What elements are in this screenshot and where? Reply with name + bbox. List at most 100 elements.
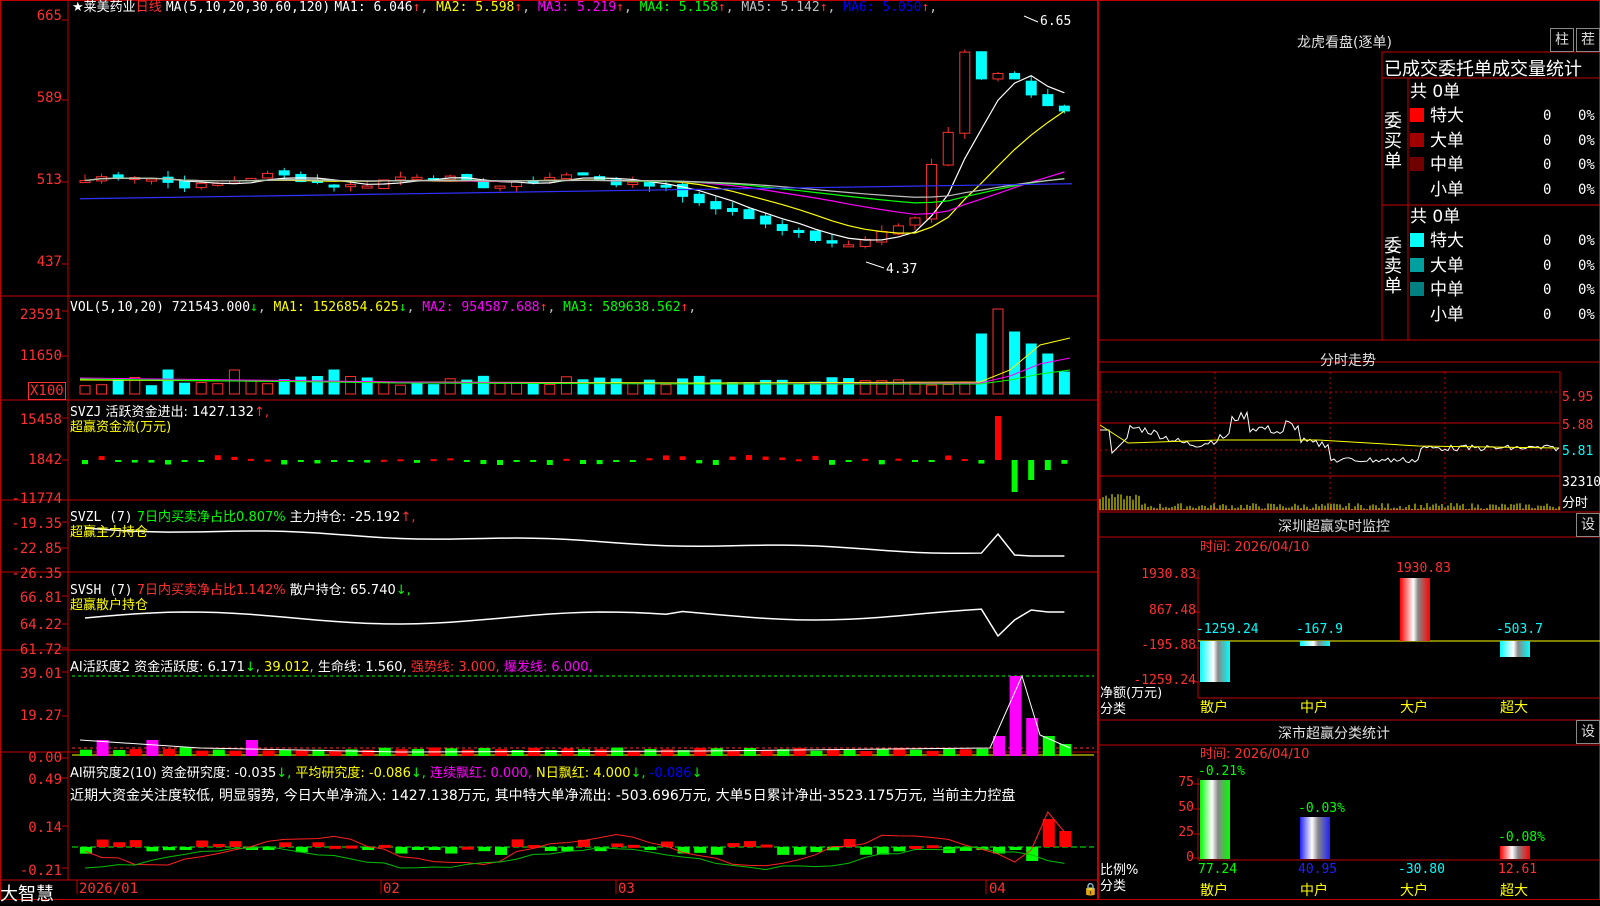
trend-view-button[interactable]: 茬 <box>1576 28 1600 52</box>
monitor-bar-1[interactable] <box>1300 641 1330 647</box>
ai2-bar-21 <box>428 847 441 850</box>
svzj-bar-25 <box>497 460 503 465</box>
volume-bar-59 <box>1058 371 1070 395</box>
ai1-axis-1: 39.01 <box>19 666 62 682</box>
sell-row-count-3: 0 <box>1543 306 1552 323</box>
period-label[interactable]: 日线 <box>136 0 162 15</box>
stock-name: 莱美药业 <box>83 0 136 15</box>
monitor-bar-value-1: -167.9 <box>1296 622 1343 637</box>
ai1-activity-line <box>79 674 1071 753</box>
ai2-bar-7 <box>196 840 209 847</box>
ai2-arrow5: ↓ <box>691 766 703 781</box>
classify-cat-1: 中户 <box>1300 883 1328 899</box>
buy-row-label-2: 中单 <box>1430 155 1464 175</box>
lock-icon[interactable]: 🔒 <box>1083 882 1098 896</box>
ai2-bar-4 <box>146 847 159 852</box>
candle-body-25 <box>494 185 506 189</box>
buy-row-pct-2: 0% <box>1578 157 1595 173</box>
volume-bar-4 <box>145 385 157 395</box>
ai1-axis-2: 19.27 <box>19 708 62 724</box>
ma-value-3: MA3: 589638.562 <box>563 300 681 315</box>
svzj-bar-23 <box>463 460 470 462</box>
ai1-bar-7 <box>196 750 209 756</box>
longhu-title: 龙虎看盘(逐单) <box>1297 35 1392 51</box>
monitor-xlabel: 分类 <box>1100 702 1127 717</box>
classify-bar-1[interactable] <box>1300 817 1330 859</box>
candle-body-12 <box>278 170 290 176</box>
volume-bar-13 <box>295 376 307 395</box>
buy-color-square-3 <box>1410 182 1424 196</box>
volume-bar-32 <box>610 378 622 395</box>
monitor-bar-3[interactable] <box>1500 641 1530 658</box>
svzj-bar-24 <box>480 460 487 465</box>
buy-row-label-0: 特大 <box>1430 106 1464 126</box>
svzj-bar-26 <box>513 460 520 462</box>
vol-ma1-line <box>79 337 1071 384</box>
ai1-bar-28 <box>544 749 557 756</box>
svzj-bar-56 <box>1011 460 1018 492</box>
ai1-text2: 39.012 <box>264 660 310 675</box>
ma-params: MA(5,10,20,30,60,120) <box>165 0 331 15</box>
svzj-bar-54 <box>978 460 985 464</box>
svsh-axis-2: 64.22 <box>19 617 62 633</box>
candle-body-19 <box>394 176 406 181</box>
ai1-bar-56 <box>1009 676 1022 756</box>
ma-arrow-4: ↑ <box>717 0 726 15</box>
ai2-bar-28 <box>544 847 557 852</box>
classify-settings-button[interactable]: 设 <box>1576 720 1600 744</box>
monitor-cat-2: 大户 <box>1400 700 1428 716</box>
monitor-bar-0[interactable] <box>1200 641 1230 683</box>
volume-bar-19 <box>394 384 406 395</box>
ai1-bar-43 <box>793 747 806 756</box>
buy-row-2: 中单 <box>1410 153 1464 177</box>
high-marker-line <box>1023 15 1039 23</box>
ai1-bar-9 <box>229 750 242 756</box>
buy-row-3: 小单 <box>1410 178 1464 202</box>
candle-body-16 <box>345 184 357 188</box>
ai2-bar-51 <box>926 845 939 849</box>
sell-row-0: 特大 <box>1410 229 1464 253</box>
svzj-bar-53 <box>961 459 968 462</box>
kline-chart-area[interactable] <box>0 0 1098 900</box>
volume-bar-31 <box>594 377 606 395</box>
svzl-axis-3: -26.35 <box>11 566 62 582</box>
volume-bar-54 <box>975 333 987 395</box>
ai2-bar-5 <box>163 847 175 851</box>
classify-bar-0[interactable] <box>1200 780 1230 859</box>
volume-bar-20 <box>411 383 423 395</box>
ai2-bar-59 <box>1059 831 1072 847</box>
favorite-star-icon[interactable]: ★ <box>72 0 84 15</box>
svzj-bar-41 <box>762 456 769 460</box>
ai1-bar-41 <box>760 750 773 756</box>
ai2-bar-39 <box>727 843 740 847</box>
buy-orders-label: 委买单 <box>1384 111 1402 172</box>
sell-row-pct-3: 0% <box>1578 306 1595 323</box>
monitor-cat-3: 超大 <box>1500 700 1528 716</box>
volume-bar-22 <box>444 378 456 395</box>
candle-body-59 <box>1058 105 1070 112</box>
volume-bar-28 <box>544 383 556 395</box>
candle-body-52 <box>942 131 954 166</box>
time-axis-apr: 04 <box>989 881 1006 897</box>
volume-bar-58 <box>1042 353 1054 395</box>
ai2-bar-43 <box>793 847 806 855</box>
svzj-bar-34 <box>646 458 653 461</box>
volume-bar-34 <box>643 379 655 395</box>
sell-row-label-3: 小单 <box>1430 304 1464 325</box>
svzj-bar-1 <box>98 456 105 460</box>
volume-bar-36 <box>677 378 689 395</box>
classify-bar-3[interactable] <box>1500 846 1530 859</box>
ai1-axis-3: 0.00 <box>28 750 62 766</box>
monitor-settings-button[interactable]: 设 <box>1576 513 1600 537</box>
candle-body-35 <box>660 184 672 188</box>
svzj-bar-14 <box>314 460 321 464</box>
monitor-bar-2[interactable] <box>1400 578 1430 641</box>
buy-color-square-2 <box>1410 157 1424 171</box>
ai2-bar-50 <box>910 845 922 849</box>
ai2-bar-42 <box>777 847 790 855</box>
svzj-bar-36 <box>679 456 686 460</box>
ai2-bar-3 <box>129 840 142 847</box>
candle-body-20 <box>411 176 423 180</box>
classify-cat-0: 散户 <box>1200 883 1228 899</box>
bar-view-button[interactable]: 柱 <box>1550 28 1574 52</box>
